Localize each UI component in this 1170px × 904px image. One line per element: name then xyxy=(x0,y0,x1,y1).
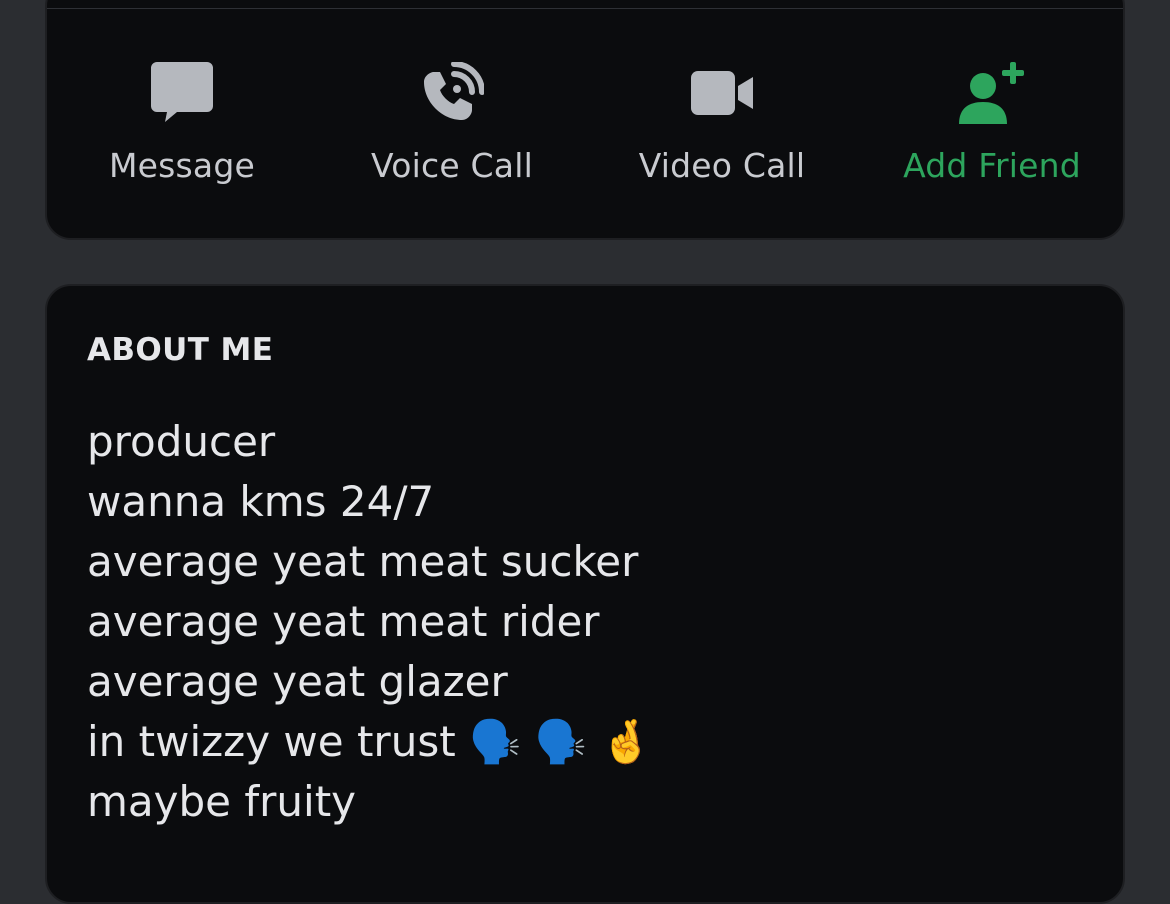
bio-line: in twizzy we trust 🗣️ 🗣️ 🤞 xyxy=(87,717,653,766)
add-user-icon xyxy=(857,58,1127,128)
voice-call-label: Voice Call xyxy=(371,146,533,185)
message-button[interactable]: Message xyxy=(47,0,317,242)
bio-line: average yeat meat rider xyxy=(87,597,600,646)
message-bubble-icon xyxy=(47,58,317,128)
profile-actions-card: Message Voice Call Video Call Add Friend xyxy=(45,0,1125,240)
message-label: Message xyxy=(108,146,256,185)
add-friend-button[interactable]: Add Friend xyxy=(857,0,1127,242)
bio-line: maybe fruity xyxy=(87,777,357,826)
video-call-button[interactable]: Video Call xyxy=(587,0,857,242)
bio-line: producer xyxy=(87,417,276,466)
about-me-heading: ABOUT ME xyxy=(87,332,274,368)
video-camera-icon xyxy=(587,58,857,128)
about-me-text: producer wanna kms 24/7 average yeat mea… xyxy=(87,412,653,832)
bio-line: average yeat glazer xyxy=(87,657,508,706)
bio-line: wanna kms 24/7 xyxy=(87,477,435,526)
phone-call-icon xyxy=(317,58,587,128)
voice-call-button[interactable]: Voice Call xyxy=(317,0,587,242)
add-friend-label: Add Friend xyxy=(903,146,1081,185)
about-me-card: ABOUT ME producer wanna kms 24/7 average… xyxy=(45,284,1125,904)
bio-line: average yeat meat sucker xyxy=(87,537,639,586)
video-call-label: Video Call xyxy=(638,146,806,185)
